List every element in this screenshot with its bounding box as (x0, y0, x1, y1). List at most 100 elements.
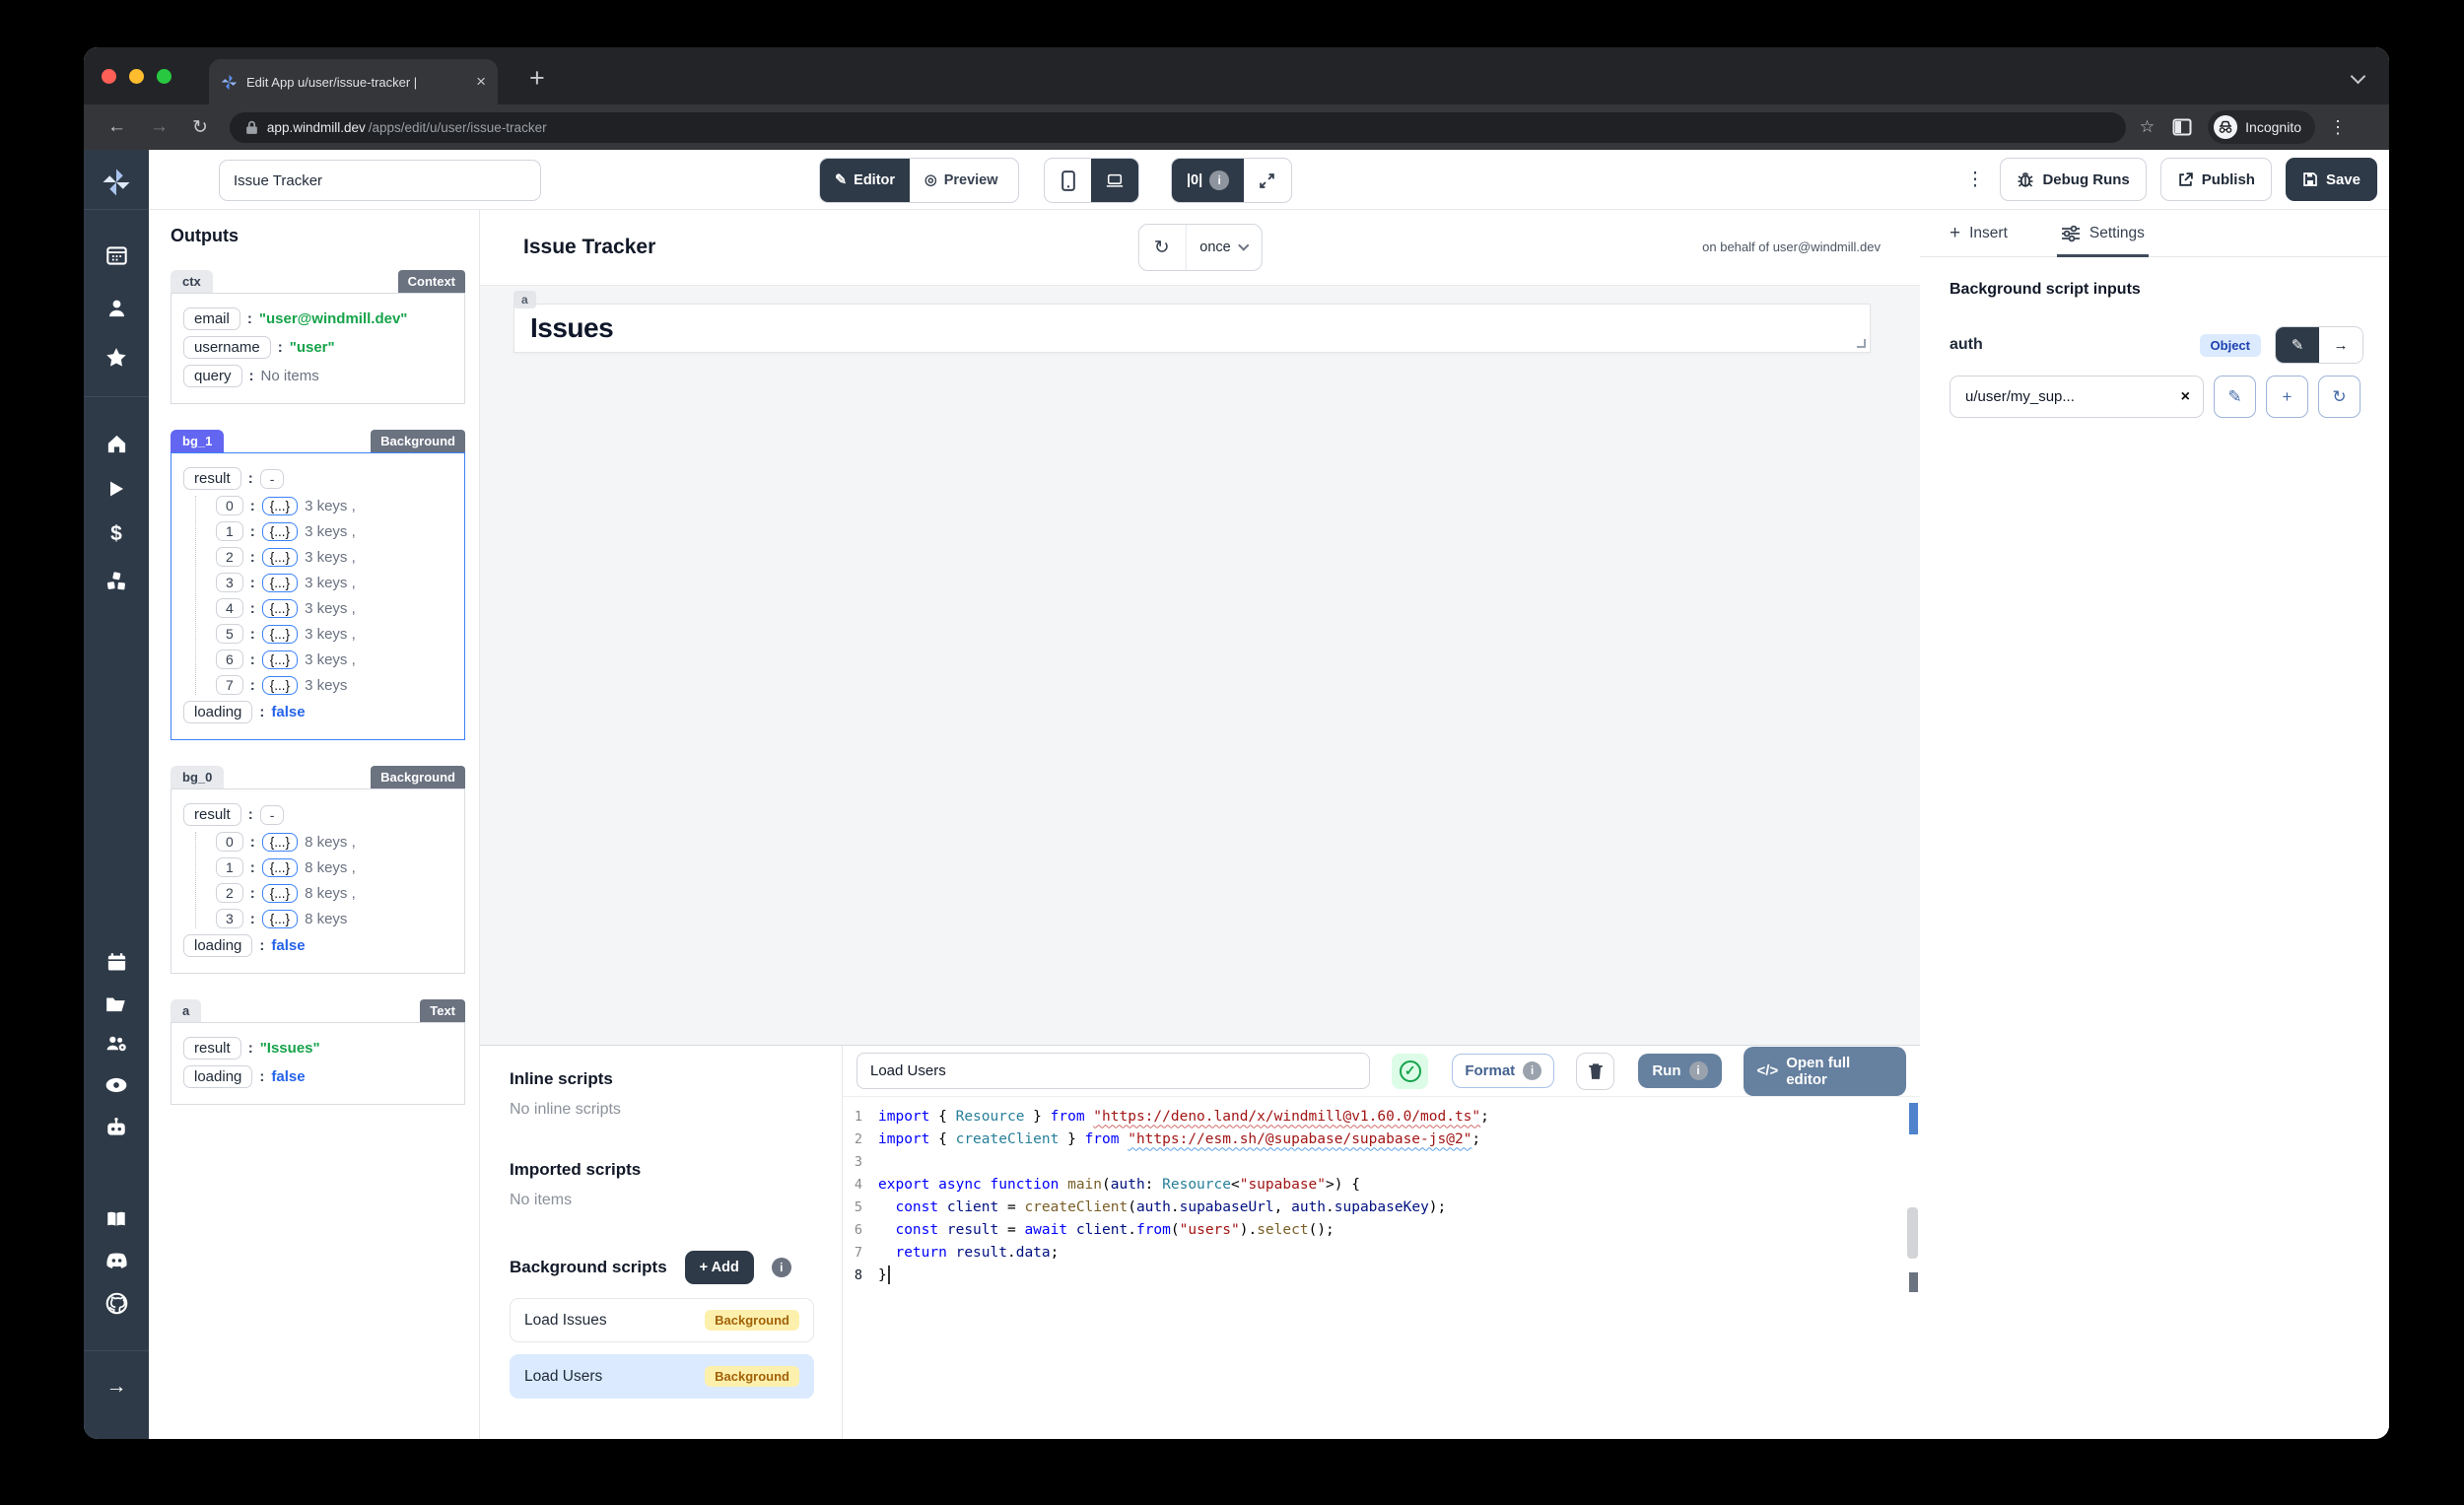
tab-preview[interactable]: ◎ Preview (910, 159, 1012, 202)
collapse-toggle[interactable]: - (260, 805, 285, 825)
sidebar-item-variables[interactable]: $ (84, 517, 149, 551)
a-tab[interactable]: a (171, 999, 201, 1022)
resize-handle[interactable] (1857, 339, 1866, 348)
index-pill[interactable]: 1 (216, 857, 243, 877)
reload-icon[interactable]: ↻ (192, 116, 208, 139)
object-pill[interactable]: {...} (262, 650, 298, 669)
desktop-view-button[interactable] (1091, 159, 1138, 202)
index-pill[interactable]: 2 (216, 547, 243, 567)
bg0-tab[interactable]: bg_0 (171, 766, 224, 788)
more-menu-icon[interactable]: ⋮ (1965, 169, 1984, 191)
side-panel-icon[interactable] (2172, 117, 2192, 137)
array-item[interactable]: 5:{...}3 keys , (216, 624, 454, 644)
refresh-all-button[interactable]: ↻ (1138, 225, 1186, 270)
index-pill[interactable]: 2 (216, 883, 243, 903)
sidebar-item-workers[interactable] (84, 1111, 149, 1144)
ctx-tab[interactable]: ctx (171, 270, 213, 293)
sidebar-item-resources[interactable] (84, 565, 149, 598)
object-pill[interactable]: {...} (262, 625, 298, 644)
forward-icon[interactable]: → (150, 116, 169, 138)
array-item[interactable]: 1:{...}3 keys , (216, 521, 454, 541)
text-component[interactable]: a Issues (513, 304, 1871, 353)
output-row[interactable]: result : - (183, 467, 454, 490)
browser-tab[interactable]: Edit App u/user/issue-tracker | × (209, 59, 498, 104)
output-row[interactable]: result : - (183, 803, 454, 826)
key-pill[interactable]: loading (183, 1065, 252, 1088)
close-window-button[interactable] (102, 69, 116, 84)
array-item[interactable]: 0:{...}8 keys , (216, 832, 454, 852)
object-pill[interactable]: {...} (262, 910, 298, 928)
object-pill[interactable]: {...} (262, 548, 298, 567)
key-pill[interactable]: email (183, 308, 240, 330)
new-tab-button[interactable]: + (529, 63, 545, 94)
key-pill[interactable]: loading (183, 701, 252, 723)
window-controls[interactable] (102, 69, 171, 84)
address-bar[interactable]: app.windmill.dev/apps/edit/u/user/issue-… (230, 112, 2126, 143)
object-pill[interactable]: {...} (262, 858, 298, 877)
sidebar-item-docs[interactable] (84, 1202, 149, 1236)
scrollbar-thumb[interactable] (1907, 1207, 1918, 1259)
index-pill[interactable]: 1 (216, 521, 243, 541)
publish-button[interactable]: Publish (2160, 158, 2272, 201)
run-button[interactable]: Run i (1638, 1054, 1721, 1088)
object-pill[interactable]: {...} (262, 497, 298, 515)
clear-icon[interactable]: × (2181, 388, 2190, 406)
windmill-logo[interactable] (84, 166, 149, 199)
index-pill[interactable]: 3 (216, 573, 243, 592)
index-pill[interactable]: 7 (216, 675, 243, 695)
object-pill[interactable]: {...} (262, 522, 298, 541)
mobile-view-button[interactable] (1045, 159, 1091, 202)
delete-script-button[interactable] (1576, 1053, 1614, 1090)
array-item[interactable]: 7:{...}3 keys (216, 675, 454, 695)
sidebar-item-home[interactable] (84, 427, 149, 460)
array-item[interactable]: 2:{...}8 keys , (216, 883, 454, 903)
edit-resource-button[interactable]: ✎ (2214, 376, 2256, 418)
sidebar-item-user[interactable] (84, 291, 149, 324)
tab-insert[interactable]: + Insert (1950, 210, 2008, 256)
sidebar-item-schedules[interactable] (84, 945, 149, 979)
back-icon[interactable]: ← (107, 116, 126, 138)
tab-close-icon[interactable]: × (476, 72, 486, 92)
object-pill[interactable]: {...} (262, 676, 298, 695)
object-pill[interactable]: {...} (262, 574, 298, 592)
app-name-input[interactable] (219, 160, 541, 201)
sidebar-item-audit-logs[interactable] (84, 1068, 149, 1102)
script-name-input[interactable] (856, 1053, 1370, 1089)
output-row[interactable]: loading : false (183, 934, 454, 957)
array-item[interactable]: 6:{...}3 keys , (216, 650, 454, 669)
sidebar-collapse-arrow-icon[interactable]: → (84, 1370, 149, 1403)
output-row[interactable]: query : No items (183, 365, 454, 387)
output-row[interactable]: username : "user" (183, 336, 454, 359)
debug-runs-button[interactable]: Debug Runs (2000, 158, 2146, 201)
add-resource-button[interactable]: + (2266, 376, 2308, 418)
key-pill[interactable]: username (183, 336, 271, 359)
key-pill[interactable]: loading (183, 934, 252, 957)
output-row[interactable]: loading : false (183, 1065, 454, 1088)
array-item[interactable]: 3:{...}3 keys , (216, 573, 454, 592)
index-pill[interactable]: 0 (216, 832, 243, 852)
object-pill[interactable]: {...} (262, 833, 298, 852)
add-background-script-button[interactable]: + Add (685, 1251, 754, 1284)
object-pill[interactable]: {...} (262, 599, 298, 618)
sidebar-item-favorites[interactable] (84, 341, 149, 375)
index-pill[interactable]: 4 (216, 598, 243, 618)
object-pill[interactable]: {...} (262, 884, 298, 903)
tab-editor[interactable]: ✎ Editor (820, 159, 910, 202)
tab-settings[interactable]: Settings (2061, 210, 2145, 256)
browser-menu-icon[interactable]: ⋮ (2329, 117, 2347, 138)
zoom-window-button[interactable] (157, 69, 171, 84)
key-pill[interactable]: result (183, 803, 241, 826)
sidebar-item-discord[interactable] (84, 1244, 149, 1277)
sidebar-item-apps[interactable] (84, 239, 149, 272)
refresh-resource-button[interactable]: ↻ (2318, 376, 2361, 418)
edit-mode-button[interactable]: ✎ (2276, 327, 2319, 363)
fullscreen-button[interactable] (1244, 159, 1290, 202)
output-row[interactable]: result : "Issues" (183, 1037, 454, 1060)
array-item[interactable]: 3:{...}8 keys (216, 909, 454, 928)
key-pill[interactable]: query (183, 365, 242, 387)
bookmark-star-icon[interactable]: ☆ (2140, 117, 2155, 137)
format-button[interactable]: Format i (1452, 1054, 1554, 1088)
sidebar-item-groups[interactable] (84, 1026, 149, 1060)
bg1-tab[interactable]: bg_1 (171, 430, 224, 452)
script-item-load-users[interactable]: Load Users Background (510, 1354, 814, 1399)
